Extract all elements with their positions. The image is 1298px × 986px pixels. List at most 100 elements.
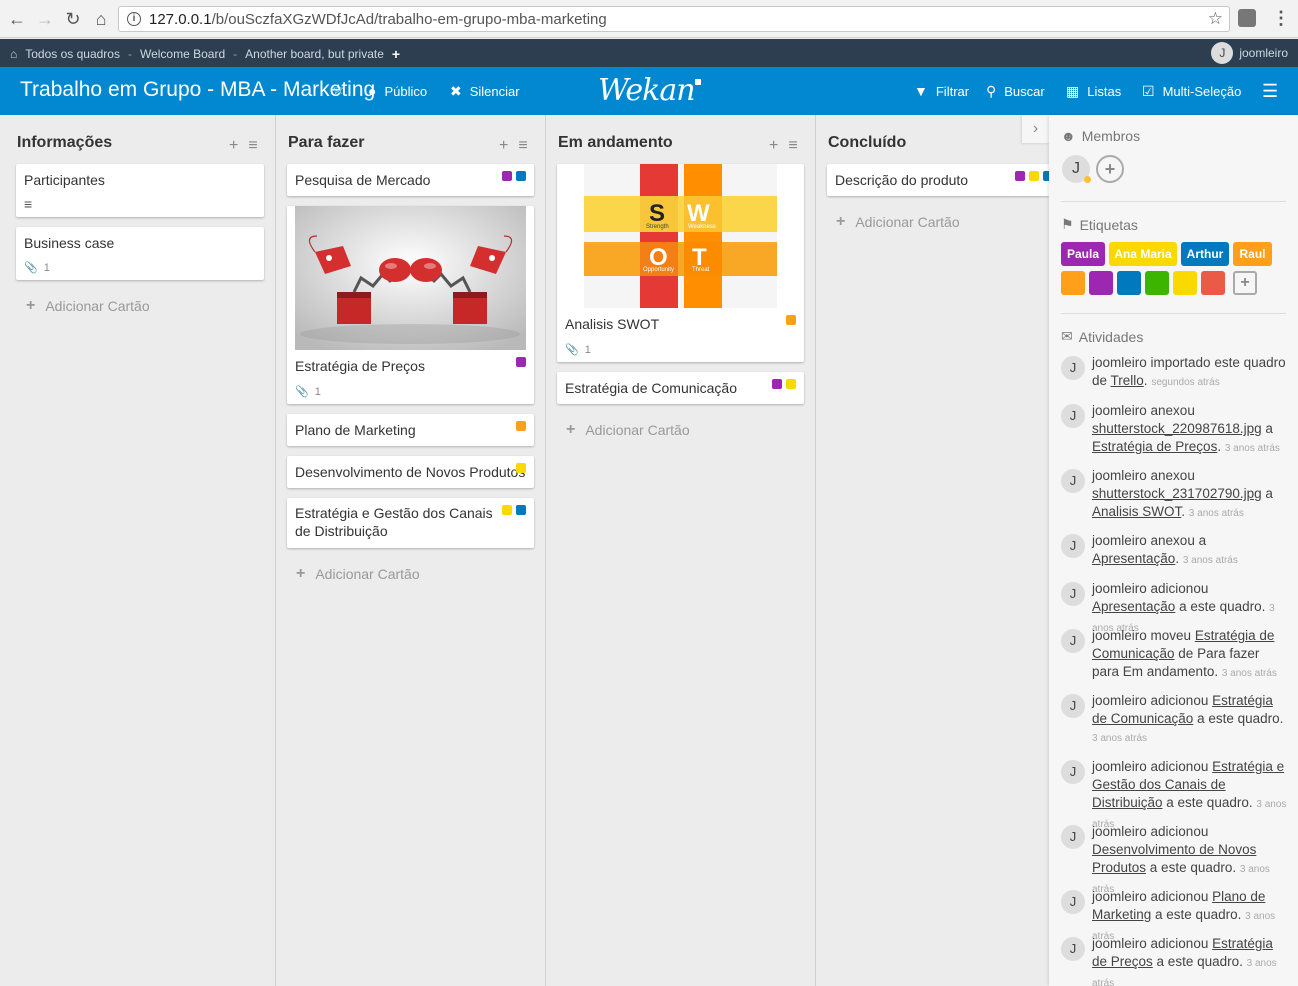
label-arthur[interactable]: Arthur [1181, 242, 1229, 266]
card[interactable]: Descrição do produto [827, 164, 1053, 196]
back-arrow-icon[interactable]: ← [6, 8, 28, 30]
address-bar[interactable]: i 127.0.0.1/b/ouSczfaXGzWDfJcAd/trabalho… [118, 6, 1230, 32]
card[interactable]: Participantes ≡ [16, 164, 264, 217]
label-purple[interactable] [1089, 271, 1113, 295]
add-card-button[interactable]: + Adicionar Cartão [566, 421, 690, 439]
label-ana-maria[interactable]: Ana Maria [1109, 242, 1177, 266]
mute-button[interactable]: ✖ Silenciar [450, 83, 520, 100]
sidebar-toggle-chevron-icon[interactable]: › [1022, 115, 1049, 143]
card[interactable]: Business case 📎 1 [16, 227, 264, 280]
add-board-icon[interactable]: + [392, 46, 400, 62]
avatar[interactable]: J [1061, 825, 1085, 849]
avatar[interactable]: J [1061, 582, 1085, 606]
label-paula[interactable]: Paula [1061, 242, 1105, 266]
home-icon[interactable]: ⌂ [90, 8, 112, 30]
avatar[interactable]: J [1061, 356, 1085, 380]
activity-link[interactable]: Apresentação [1092, 551, 1175, 566]
url-text[interactable]: 127.0.0.1/b/ouSczfaXGzWDfJcAd/trabalho-e… [149, 11, 607, 28]
list-menu-icon[interactable]: ≡ [518, 137, 527, 155]
filter-button[interactable]: ▼ Filtrar [914, 83, 969, 99]
avatar[interactable]: J [1061, 629, 1085, 653]
lists-view-button[interactable]: ▦ Listas [1066, 83, 1121, 100]
private-board-link[interactable]: Another board, but private [245, 47, 384, 61]
label-green[interactable] [1145, 271, 1169, 295]
add-card-icon[interactable]: + [229, 137, 238, 155]
activity-user[interactable]: joomleiro [1092, 468, 1147, 483]
label-red[interactable] [1201, 271, 1225, 295]
label-raul[interactable]: Raul [1233, 242, 1272, 266]
card[interactable]: Estratégia de Comunicação [557, 372, 804, 404]
plus-icon: + [26, 297, 36, 314]
card[interactable]: S W O T Strength Weakness Opportunity Th… [557, 164, 804, 362]
activity-user[interactable]: joomleiro [1092, 581, 1147, 596]
add-label-button[interactable]: + [1233, 271, 1257, 295]
list-title[interactable]: Em andamento [558, 134, 673, 152]
welcome-board-link[interactable]: Welcome Board [140, 47, 225, 61]
avatar[interactable]: J [1061, 534, 1085, 558]
activity-user[interactable]: joomleiro [1092, 693, 1147, 708]
plus-icon: + [836, 213, 846, 230]
avatar[interactable]: J [1061, 694, 1085, 718]
card-title: Business case [24, 235, 115, 251]
add-card-button[interactable]: + Adicionar Cartão [296, 565, 420, 583]
activity-user[interactable]: joomleiro [1092, 403, 1147, 418]
list-title[interactable]: Informações [17, 134, 112, 152]
activity-link[interactable]: Desenvolvimento de Novos Produtos [1092, 842, 1256, 875]
forward-arrow-icon[interactable]: → [34, 8, 56, 30]
add-member-button[interactable]: + [1096, 155, 1124, 183]
avatar[interactable]: J [1061, 937, 1085, 961]
list-title[interactable]: Para fazer [288, 134, 365, 152]
avatar[interactable]: J [1061, 469, 1085, 493]
card[interactable]: Desenvolvimento de Novos Produtos [287, 456, 534, 488]
activity-user[interactable]: joomleiro [1092, 824, 1147, 839]
add-card-icon[interactable]: + [769, 137, 778, 155]
bookmark-star-icon[interactable]: ☆ [1208, 9, 1223, 29]
avatar[interactable]: J [1061, 890, 1085, 914]
star-board-button[interactable]: ☆ [332, 81, 345, 98]
label-orange[interactable] [1061, 271, 1085, 295]
extension-icon[interactable] [1238, 9, 1256, 27]
activity-link[interactable]: shutterstock_231702790.jpg [1092, 486, 1262, 501]
label-purple [1015, 171, 1025, 181]
activity-link[interactable]: Trello [1111, 373, 1144, 388]
activity-user[interactable]: joomleiro [1092, 936, 1147, 951]
activity-link[interactable]: Apresentação [1092, 599, 1175, 614]
activity-link[interactable]: Estratégia de Preços [1092, 439, 1217, 454]
reload-icon[interactable]: ↻ [62, 8, 84, 30]
activity-user[interactable]: joomleiro [1092, 355, 1147, 370]
avatar[interactable]: J [1061, 404, 1085, 428]
activity-user[interactable]: joomleiro [1092, 533, 1147, 548]
activity-link[interactable]: shutterstock_220987618.jpg [1092, 421, 1262, 436]
add-card-button[interactable]: + Adicionar Cartão [836, 213, 960, 231]
swot-word: Opportunity [643, 267, 674, 273]
list-menu-icon[interactable]: ≡ [248, 137, 257, 155]
card[interactable]: Plano de Marketing [287, 414, 534, 446]
search-button[interactable]: ⚲ Buscar [986, 83, 1045, 100]
add-card-icon[interactable]: + [499, 137, 508, 155]
hamburger-menu-icon[interactable]: ☰ [1262, 81, 1278, 102]
all-boards-link[interactable]: Todos os quadros [25, 47, 120, 61]
list-menu-icon[interactable]: ≡ [788, 137, 797, 155]
activity-text: joomleiro anexou shutterstock_220987618.… [1092, 403, 1280, 454]
activity-user[interactable]: joomleiro [1092, 628, 1147, 643]
card[interactable]: Estratégia de Preços 📎 1 [287, 206, 534, 404]
user-menu[interactable]: J joomleiro [1211, 42, 1288, 64]
plus-icon: + [296, 565, 306, 582]
activity-link[interactable]: Analisis SWOT [1092, 504, 1181, 519]
multiselect-button[interactable]: ☑ Multi-Seleção [1142, 83, 1241, 100]
activity-user[interactable]: joomleiro [1092, 759, 1147, 774]
board-title[interactable]: Trabalho em Grupo - MBA - Marketing [20, 78, 375, 102]
info-icon[interactable]: i [127, 12, 141, 26]
list-title[interactable]: Concluído [828, 134, 906, 152]
card[interactable]: Estratégia e Gestão dos Canais de Distri… [287, 498, 534, 548]
label-yellow[interactable] [1173, 271, 1197, 295]
card-title: Desenvolvimento de Novos Produtos [295, 464, 526, 480]
label-blue[interactable] [1117, 271, 1141, 295]
avatar[interactable]: J [1061, 760, 1085, 784]
activity-user[interactable]: joomleiro [1092, 889, 1147, 904]
browser-menu-icon[interactable]: ⋮ [1272, 8, 1290, 29]
add-card-button[interactable]: + Adicionar Cartão [26, 297, 150, 315]
label-orange [516, 421, 526, 431]
card[interactable]: Pesquisa de Mercado [287, 164, 534, 196]
visibility-button[interactable]: ● Público [368, 83, 427, 99]
